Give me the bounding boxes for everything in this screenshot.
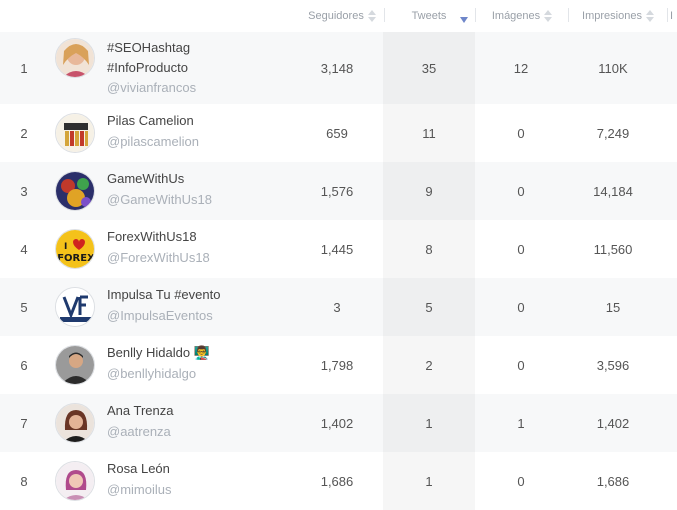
impressions-value: 1,686 [596,473,630,489]
table-row[interactable]: 4 I FOREX ForexWithUs18 @ForexWithUs18 1… [0,220,677,278]
account-name-line2[interactable]: #InfoProducto [107,60,188,75]
impressions-value: 14,184 [593,183,633,199]
followers-value: 1,402 [320,415,354,431]
rank-number: 1 [20,60,28,76]
images-value: 0 [517,183,525,199]
tweets-value: 2 [425,357,433,373]
table-row[interactable]: 1 #SEOHashtag #InfoProducto @vivianfranc… [0,32,677,104]
rank-number: 5 [20,299,28,315]
tweets-value: 8 [425,241,433,257]
table-row[interactable]: 7 Ana Trenza @aatrenza 1,402 1 1 1,402 [0,394,677,452]
images-value: 12 [513,60,529,76]
avatar-photo-icon [56,404,94,442]
images-value: 0 [517,241,525,257]
account-handle[interactable]: @vivianfrancos [107,80,196,95]
images-value: 0 [517,357,525,373]
followers-value: 3 [333,299,341,315]
account-name[interactable]: Impulsa Tu #evento [107,287,220,302]
tweets-value: 1 [425,415,433,431]
column-header-tweets[interactable]: Tweets [385,0,473,32]
column-header-images[interactable]: Imágenes [476,0,568,32]
account-name[interactable]: Pilas Camelion [107,113,194,128]
rank-number: 4 [20,241,28,257]
impressions-value: 15 [605,299,621,315]
table-row[interactable]: 8 Rosa León @mimoilus 1,686 1 0 1,686 [0,452,677,510]
rank-number: 2 [20,125,28,141]
table-row[interactable]: 3 GameWithUs @GameWithUs18 1,576 9 0 14,… [0,162,677,220]
avatar-photo-icon [56,39,94,77]
account-name[interactable]: Benlly Hidaldo 👨‍🏫 [107,345,210,361]
account-handle[interactable]: @benllyhidalgo [107,366,196,381]
sort-icon [645,10,654,22]
rank-number: 7 [20,415,28,431]
avatar[interactable] [55,287,95,327]
avatar[interactable] [55,345,95,385]
table-row[interactable]: 2 Pilas Camelion @pilascamelion 659 11 0… [0,104,677,162]
tweets-value: 9 [425,183,433,199]
teacher-emoji-icon: 👨‍🏫 [193,345,210,360]
avatar-photo-icon [56,346,94,384]
account-handle[interactable]: @pilascamelion [107,134,199,149]
sort-icon [544,10,553,22]
vf-logo-icon [56,288,94,326]
avatar[interactable]: I FOREX [55,229,95,269]
sort-icon [367,10,376,22]
column-header-impressions[interactable]: Impresiones [569,0,667,32]
account-name[interactable]: GameWithUs [107,171,184,186]
followers-value: 1,576 [320,183,354,199]
impressions-value: 11,560 [593,241,633,257]
table-header: Seguidores Tweets Imágenes Impresiones I [0,0,677,32]
account-handle[interactable]: @ImpulsaEventos [107,308,213,323]
account-handle[interactable]: @aatrenza [107,424,171,439]
rank-number: 3 [20,183,28,199]
table-row[interactable]: 5 Impulsa Tu #evento @ImpulsaEventos 3 5… [0,278,677,336]
rank-number: 6 [20,357,28,373]
tweets-value: 5 [425,299,433,315]
followers-value: 659 [326,125,348,141]
column-divider [667,8,668,22]
svg-text:I: I [64,242,67,252]
account-handle[interactable]: @ForexWithUs18 [107,250,210,265]
avatar[interactable] [55,461,95,501]
account-handle[interactable]: @mimoilus [107,482,171,497]
impressions-value: 110K [598,60,628,76]
impressions-value: 3,596 [596,357,630,373]
followers-value: 1,686 [320,473,354,489]
tweets-value: 35 [421,60,437,76]
followers-value: 3,148 [320,60,354,76]
avatar[interactable] [55,38,95,78]
account-name[interactable]: ForexWithUs18 [107,229,197,244]
avatar-photo-icon [56,462,94,500]
avatar[interactable] [55,403,95,443]
images-value: 1 [517,415,525,431]
followers-value: 1,445 [320,241,354,257]
game-art-icon [56,172,94,210]
account-name[interactable]: #SEOHashtag [107,40,190,55]
column-header-cut[interactable]: I [670,0,677,32]
impressions-value: 7,249 [596,125,630,141]
sort-desc-icon [460,17,468,23]
avatar[interactable] [55,113,95,153]
rank-number: 8 [20,473,28,489]
tweets-value: 11 [422,125,436,141]
account-name[interactable]: Ana Trenza [107,403,174,418]
account-handle[interactable]: @GameWithUs18 [107,192,212,207]
tweets-value: 1 [425,473,433,489]
images-value: 0 [517,125,525,141]
account-name[interactable]: Rosa León [107,461,170,476]
impressions-value: 1,402 [596,415,630,431]
forex-logo-icon: I FOREX [56,230,95,268]
column-header-followers[interactable]: Seguidores [300,0,384,32]
table-row[interactable]: 6 Benlly Hidaldo 👨‍🏫 @benllyhidalgo 1,79… [0,336,677,394]
avatar[interactable] [55,171,95,211]
images-value: 0 [517,299,525,315]
svg-text:FOREX: FOREX [57,253,95,264]
images-value: 0 [517,473,525,489]
battery-pack-icon [56,114,94,152]
followers-value: 1,798 [320,357,354,373]
